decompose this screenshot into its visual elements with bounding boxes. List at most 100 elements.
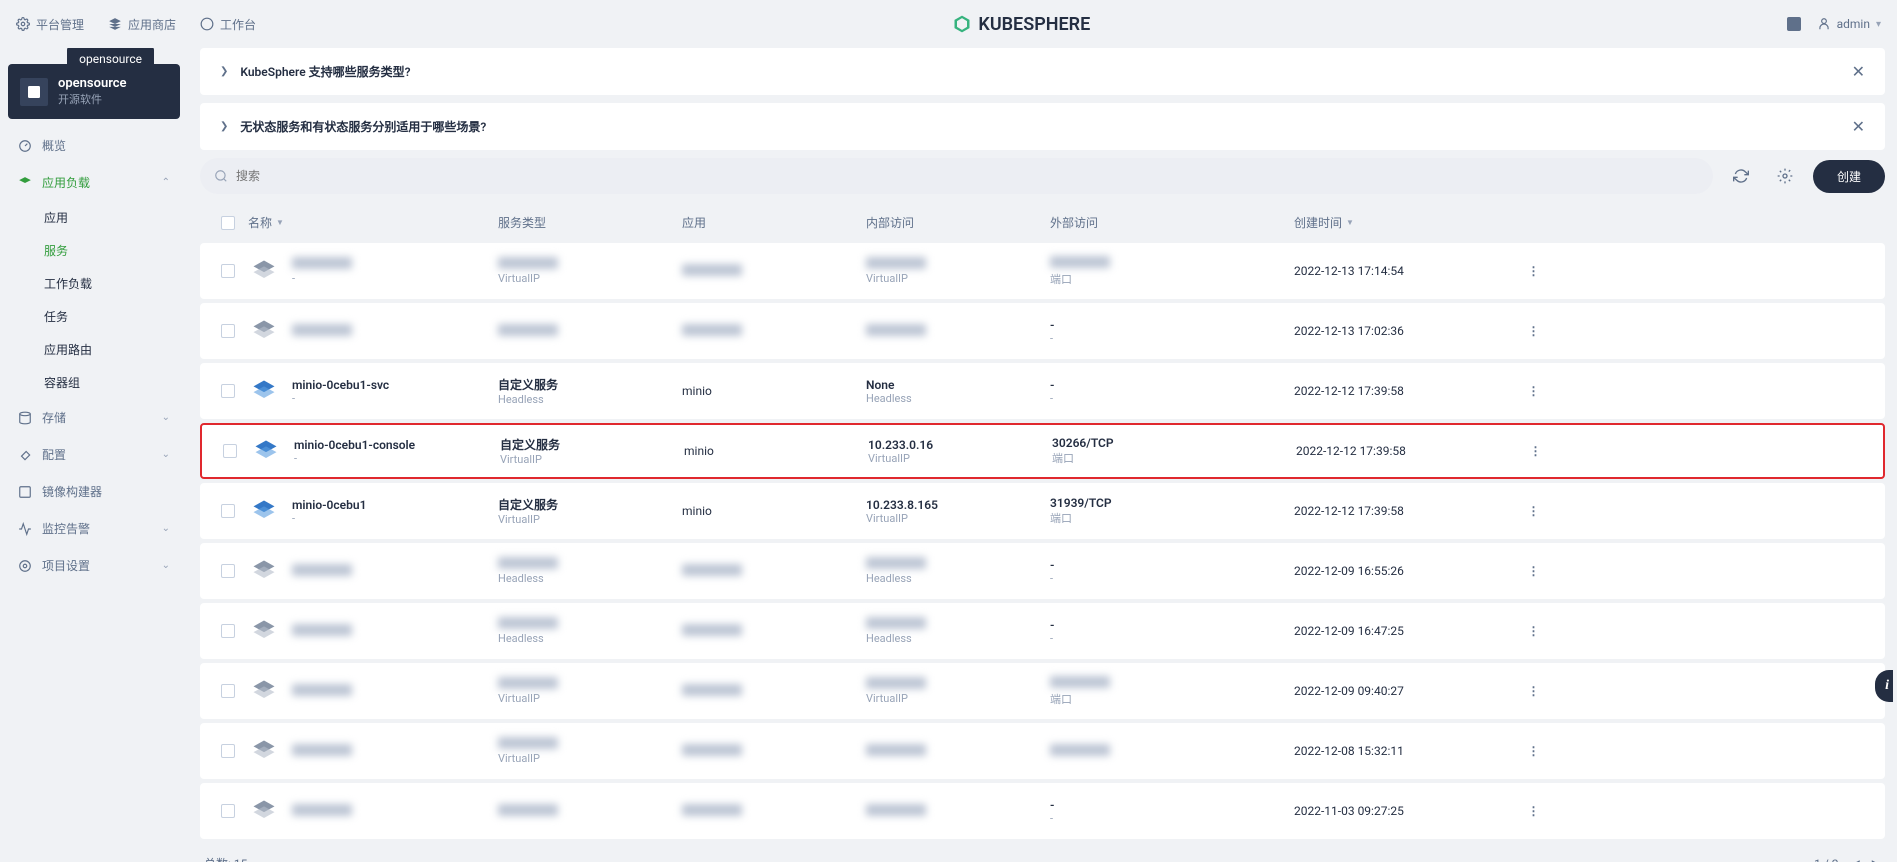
nav-monitoring-label: 监控告警 xyxy=(42,520,152,537)
row-internal-sub: Headless xyxy=(866,632,1050,645)
nav-jobs[interactable]: 任务 xyxy=(36,300,180,333)
row-actions-button[interactable]: ⋮ xyxy=(1528,684,1541,698)
help-fab[interactable]: i xyxy=(1875,670,1893,702)
layers-icon xyxy=(18,176,32,190)
table-row[interactable]: Headless Headless - - 2022-12-09 16:47:2… xyxy=(200,603,1885,659)
service-icon xyxy=(248,315,280,347)
project-selector[interactable]: opensource opensource 开源软件 xyxy=(8,64,180,119)
row-checkbox[interactable] xyxy=(221,624,235,638)
row-checkbox[interactable] xyxy=(221,804,235,818)
faq-item-2[interactable]: ❯ 无状态服务和有状态服务分别适用于哪些场景? ✕ xyxy=(200,103,1885,150)
nav-apps[interactable]: 应用 xyxy=(36,201,180,234)
table-row[interactable]: minio-0cebu1-console - 自定义服务 VirtualIP m… xyxy=(200,423,1885,479)
row-external: 30266/TCP xyxy=(1052,436,1296,450)
workspace[interactable]: 工作台 xyxy=(200,16,256,33)
table-row[interactable]: minio-0cebu1 - 自定义服务 VirtualIP minio 10.… xyxy=(200,483,1885,539)
table-row[interactable]: VirtualIP 2022-12-08 15:32:11 ⋮ xyxy=(200,723,1885,779)
close-icon[interactable]: ✕ xyxy=(1852,117,1865,136)
store-label: 应用商店 xyxy=(128,16,176,33)
row-actions-button[interactable]: ⋮ xyxy=(1528,384,1541,398)
row-internal-sub: VirtualIP xyxy=(866,272,1050,285)
row-name: minio-0cebu1-console xyxy=(294,438,415,452)
user-icon xyxy=(1817,17,1831,31)
row-actions-button[interactable]: ⋮ xyxy=(1530,444,1543,458)
next-page-button[interactable]: ▶ xyxy=(1872,857,1881,862)
row-checkbox[interactable] xyxy=(221,324,235,338)
table-row[interactable]: Headless Headless - - 2022-12-09 16:55:2… xyxy=(200,543,1885,599)
table-row[interactable]: VirtualIP VirtualIP 端口 2022-12-09 09:40:… xyxy=(200,663,1885,719)
row-actions-button[interactable]: ⋮ xyxy=(1528,324,1541,338)
user-menu[interactable]: admin ▾ xyxy=(1817,17,1881,31)
nav-image-builder[interactable]: 镜像构建器 xyxy=(8,473,180,510)
nav-services[interactable]: 服务 xyxy=(36,234,180,267)
row-checkbox[interactable] xyxy=(221,744,235,758)
row-actions-button[interactable]: ⋮ xyxy=(1528,264,1541,278)
kubesphere-logo-icon xyxy=(952,14,972,34)
sidebar: opensource opensource 开源软件 概览 应用负载 ⌃ 应用 … xyxy=(0,48,188,862)
brand[interactable]: KUBESPHERE xyxy=(952,14,1090,35)
topbar-right: admin ▾ xyxy=(1787,17,1881,31)
header-created[interactable]: 创建时间▼ xyxy=(1294,214,1514,231)
chevron-right-icon: ❯ xyxy=(220,66,228,77)
row-actions-button[interactable]: ⋮ xyxy=(1528,504,1541,518)
search-icon xyxy=(214,169,228,183)
row-checkbox[interactable] xyxy=(221,564,235,578)
table-row[interactable]: minio-0cebu1-svc - 自定义服务 Headless minio … xyxy=(200,363,1885,419)
table-row[interactable]: - - 2022-11-03 09:27:25 ⋮ xyxy=(200,783,1885,839)
nav-monitoring[interactable]: 监控告警 ⌄ xyxy=(8,510,180,547)
row-type-sub: VirtualIP xyxy=(498,752,682,765)
row-name xyxy=(292,684,352,699)
table-row[interactable]: - - 2022-12-13 17:02:36 ⋮ xyxy=(200,303,1885,359)
faq-item-1[interactable]: ❯ KubeSphere 支持哪些服务类型? ✕ xyxy=(200,48,1885,95)
gear-icon xyxy=(18,559,32,573)
settings-button[interactable] xyxy=(1769,160,1801,192)
table-row[interactable]: - VirtualIP VirtualIP 端口 2022-12-13 17:1… xyxy=(200,243,1885,299)
nav-workloads-sub: 应用 服务 工作负载 任务 应用路由 容器组 xyxy=(8,201,180,399)
nav-config[interactable]: 配置 ⌄ xyxy=(8,436,180,473)
row-external-sub: 端口 xyxy=(1052,450,1296,466)
prev-page-button[interactable]: ◀ xyxy=(1851,857,1860,862)
header-name[interactable]: 名称▼ xyxy=(248,214,498,231)
row-type-sub: VirtualIP xyxy=(498,513,682,526)
row-app xyxy=(682,264,866,279)
row-external: - xyxy=(1050,558,1294,572)
search-input[interactable] xyxy=(236,169,1699,183)
project-icon xyxy=(20,78,48,106)
select-all-checkbox[interactable] xyxy=(221,216,235,230)
nav-pods[interactable]: 容器组 xyxy=(36,366,180,399)
row-checkbox[interactable] xyxy=(221,684,235,698)
row-checkbox[interactable] xyxy=(223,444,237,458)
row-internal: 10.233.8.165 xyxy=(866,498,1050,512)
row-external-sub: - xyxy=(1050,332,1294,345)
row-actions-button[interactable]: ⋮ xyxy=(1528,744,1541,758)
app-store[interactable]: 应用商店 xyxy=(108,16,176,33)
chevron-down-icon: ▾ xyxy=(1876,19,1881,30)
platform-management[interactable]: 平台管理 xyxy=(16,16,84,33)
row-app xyxy=(682,744,866,759)
create-button[interactable]: 创建 xyxy=(1813,160,1885,193)
database-icon xyxy=(18,411,32,425)
search-box[interactable] xyxy=(200,158,1713,194)
nav-project-settings[interactable]: 项目设置 ⌄ xyxy=(8,547,180,584)
row-actions-button[interactable]: ⋮ xyxy=(1528,804,1541,818)
chevron-down-icon: ⌄ xyxy=(162,560,170,571)
row-internal-sub: Headless xyxy=(866,572,1050,585)
row-created: 2022-12-09 16:55:26 xyxy=(1294,564,1514,578)
nav-workloads[interactable]: 应用负载 ⌃ xyxy=(8,164,180,201)
row-checkbox[interactable] xyxy=(221,384,235,398)
table-footer: 总数: 15 1 / 2 ◀ ▶ xyxy=(200,843,1885,862)
row-checkbox[interactable] xyxy=(221,504,235,518)
notification-icon[interactable] xyxy=(1787,17,1801,31)
sort-icon: ▼ xyxy=(1346,218,1354,227)
row-type-sub: VirtualIP xyxy=(498,692,682,705)
row-actions-button[interactable]: ⋮ xyxy=(1528,624,1541,638)
nav-storage[interactable]: 存储 ⌄ xyxy=(8,399,180,436)
row-checkbox[interactable] xyxy=(221,264,235,278)
nav-workloads-item[interactable]: 工作负载 xyxy=(36,267,180,300)
close-icon[interactable]: ✕ xyxy=(1852,62,1865,81)
nav-routes[interactable]: 应用路由 xyxy=(36,333,180,366)
row-app xyxy=(682,804,866,819)
row-actions-button[interactable]: ⋮ xyxy=(1528,564,1541,578)
nav-overview[interactable]: 概览 xyxy=(8,127,180,164)
refresh-button[interactable] xyxy=(1725,160,1757,192)
